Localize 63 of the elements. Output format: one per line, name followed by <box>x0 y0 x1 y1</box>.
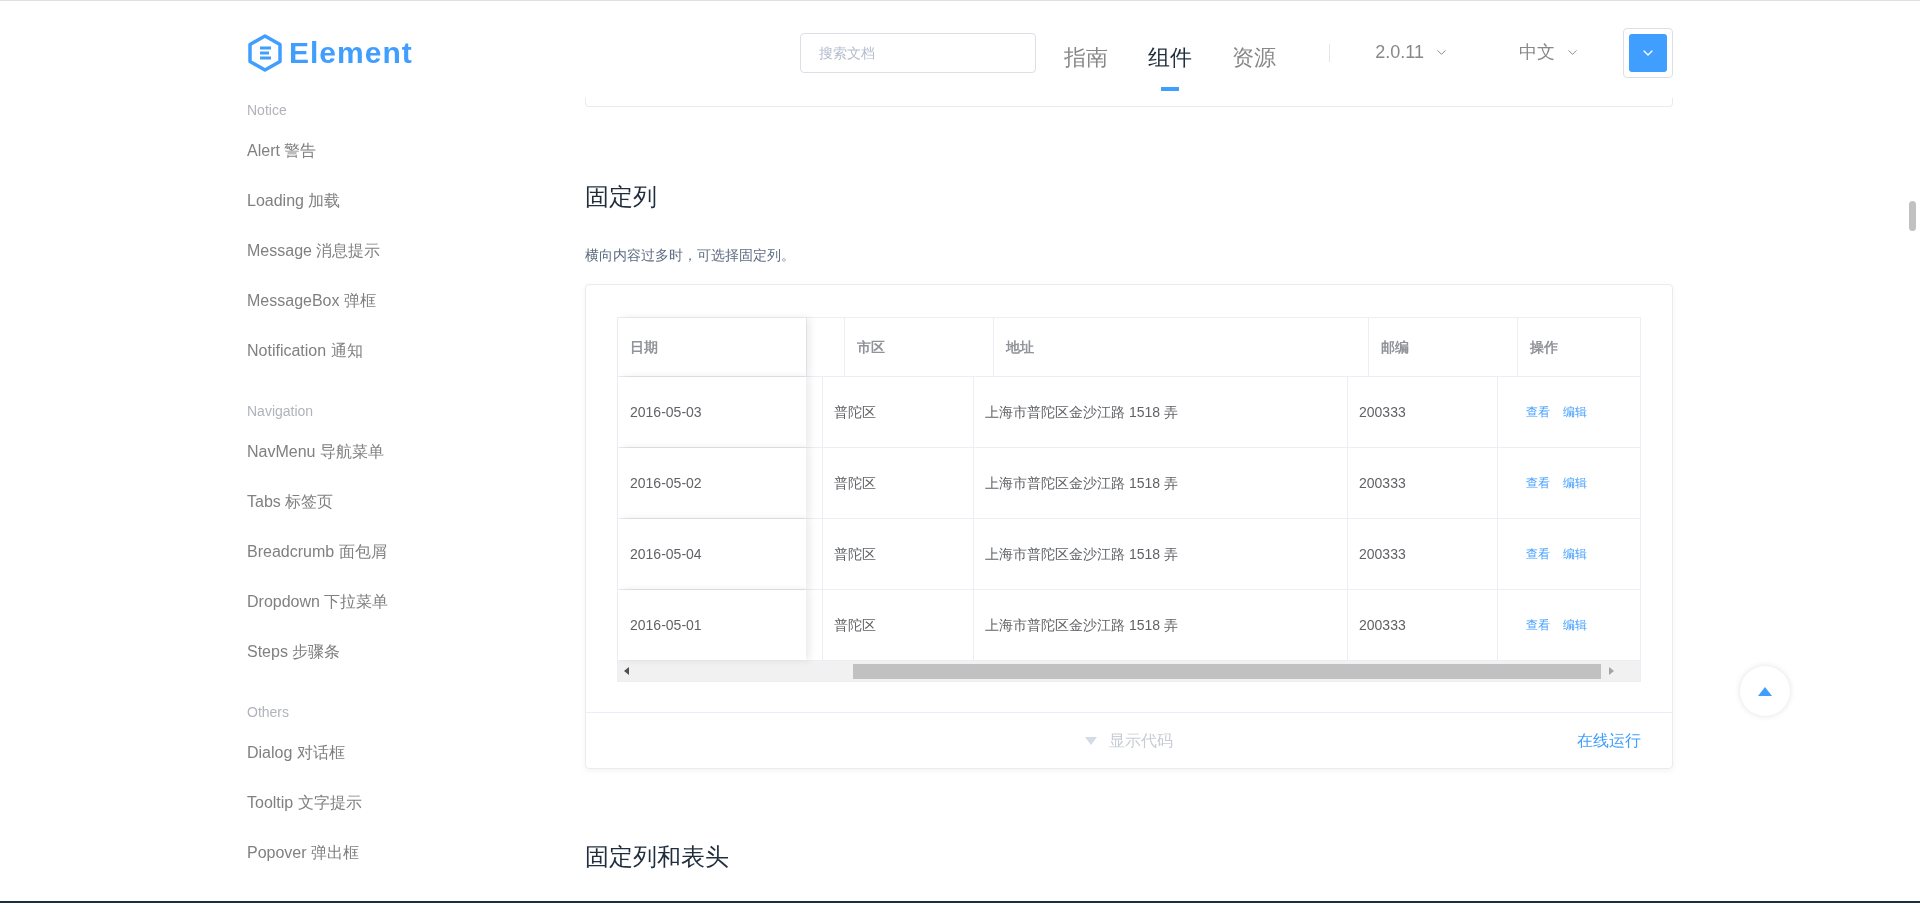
sidebar-item[interactable]: Alert 警告 <box>247 139 317 163</box>
sidebar-item[interactable]: Tooltip 文字提示 <box>247 791 362 815</box>
table-cell-text: 2016-05-04 <box>629 544 703 564</box>
action-link[interactable]: 查看 <box>1526 545 1550 563</box>
caret-up-icon <box>1758 686 1772 696</box>
table-cell-text: 200333 <box>1358 544 1407 564</box>
table-header-cell-text: 地址 <box>1004 337 1035 357</box>
table-cell-text: 上海市普陀区金沙江路 1518 弄 <box>984 544 1179 564</box>
section-title: 固定列 <box>585 182 658 212</box>
theme-dropdown-button[interactable] <box>1629 33 1667 72</box>
action-link[interactable]: 查看 <box>1526 474 1550 492</box>
horizontal-scrollbar[interactable] <box>618 661 1640 681</box>
sidebar-item[interactable]: NavMenu 导航菜单 <box>247 440 384 464</box>
page-scrollbar-thumb[interactable] <box>1909 201 1916 231</box>
sidebar-item[interactable]: Popover 弹出框 <box>247 841 360 865</box>
nav-tab[interactable]: 组件 <box>1148 32 1193 95</box>
sidebar-item[interactable]: Notification 通知 <box>247 339 363 363</box>
section-title: 固定列和表头 <box>585 842 730 872</box>
back-to-top-button[interactable] <box>1740 666 1790 716</box>
sidebar-item[interactable]: Message 消息提示 <box>247 239 381 263</box>
logo-text: Element <box>289 35 413 71</box>
table-cell-text: 上海市普陀区金沙江路 1518 弄 <box>984 615 1179 635</box>
sidebar-group-title: Others <box>247 703 290 722</box>
language-dropdown[interactable]: 中文 <box>1519 39 1580 66</box>
table-cell-text: 普陀区 <box>833 615 877 635</box>
table-cell-text: 200333 <box>1358 402 1407 422</box>
section-description: 横向内容过多时，可选择固定列。 <box>585 246 796 265</box>
table-cell-text: 上海市普陀区金沙江路 1518 弄 <box>984 402 1179 422</box>
action-link[interactable]: 编辑 <box>1563 545 1587 563</box>
table-cell-text: 普陀区 <box>833 544 877 564</box>
table-cell-text: 200333 <box>1358 615 1407 635</box>
triangle-down-icon <box>1085 736 1097 745</box>
table-cell-text: 普陀区 <box>833 402 877 422</box>
table-header-cell-text: 市区 <box>856 337 886 357</box>
table-header-cell-text: 操作 <box>1529 337 1559 357</box>
sidebar-group-title: Notice <box>247 101 288 120</box>
logo-icon <box>247 32 283 73</box>
sidebar-group-title: Navigation <box>247 402 315 421</box>
table-cell-text: 200333 <box>1358 473 1407 493</box>
table-header-cell-text: 日期 <box>629 337 659 357</box>
table-header-cell-text: 邮编 <box>1380 337 1410 357</box>
sidebar-item[interactable]: Loading 加载 <box>247 189 341 213</box>
sidebar-item[interactable]: Dialog 对话框 <box>247 741 345 765</box>
table-cell-text: 上海市普陀区金沙江路 1518 弄 <box>984 473 1179 493</box>
nav-tab[interactable]: 资源 <box>1232 32 1277 95</box>
table-cell-text: 2016-05-03 <box>629 402 703 422</box>
sidebar-item[interactable]: Steps 步骤条 <box>247 640 341 664</box>
sidebar-item[interactable]: MessageBox 弹框 <box>247 289 376 313</box>
sidebar-item[interactable]: Breadcrumb 面包屑 <box>247 540 387 564</box>
action-link[interactable]: 查看 <box>1526 403 1550 421</box>
action-link[interactable]: 查看 <box>1526 616 1550 634</box>
table-cell-text: 2016-05-02 <box>629 473 703 493</box>
search-field[interactable]: 搜索文档 <box>800 33 1037 73</box>
action-link[interactable]: 编辑 <box>1563 616 1587 634</box>
nav-tab[interactable]: 指南 <box>1064 32 1109 95</box>
action-link[interactable]: 编辑 <box>1563 403 1587 421</box>
sidebar-item[interactable]: Dropdown 下拉菜单 <box>247 590 389 614</box>
run-online-link[interactable]: 在线运行 <box>1577 728 1641 753</box>
table-cell-text: 普陀区 <box>833 473 877 493</box>
version-dropdown[interactable]: 2.0.11 <box>1375 39 1449 66</box>
action-link[interactable]: 编辑 <box>1563 474 1587 492</box>
sidebar-item[interactable]: Tabs 标签页 <box>247 490 334 514</box>
table-cell-text: 2016-05-01 <box>629 615 703 635</box>
